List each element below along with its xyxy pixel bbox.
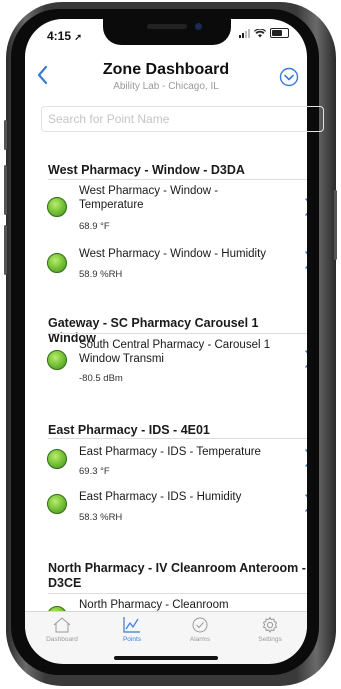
- tab-label: Dashboard: [46, 636, 78, 643]
- status-icons: [239, 28, 289, 38]
- point-value: 68.9 °F: [79, 221, 110, 232]
- tab-points[interactable]: Points: [102, 616, 162, 643]
- chevron-right-icon[interactable]: [302, 447, 307, 469]
- tab-label: Alarms: [189, 636, 211, 643]
- home-icon: [53, 617, 71, 633]
- tab-alarms[interactable]: Alarms: [170, 616, 230, 643]
- section-title: East Pharmacy - IDS - 4E01: [48, 423, 210, 437]
- home-indicator[interactable]: [114, 656, 218, 660]
- status-ok-icon: [47, 197, 67, 217]
- gear-icon: [262, 616, 278, 634]
- signal-icon: [239, 28, 250, 38]
- volume-up-button: [4, 165, 7, 215]
- notch: [103, 19, 231, 45]
- status-time-text: 4:15: [47, 29, 72, 43]
- speaker: [147, 24, 187, 29]
- page-subtitle: Ability Lab - Chicago, IL: [113, 81, 219, 92]
- section-divider: [48, 593, 307, 594]
- status-ok-icon: [47, 350, 67, 370]
- status-ok-icon: [47, 253, 67, 273]
- location-arrow-icon: ➚: [74, 32, 82, 42]
- point-name: West Pharmacy - Window - Temperature: [79, 185, 219, 211]
- point-name: West Pharmacy - Window - Humidity: [79, 248, 267, 260]
- volume-down-button: [4, 225, 7, 275]
- chevron-right-icon[interactable]: [302, 249, 307, 271]
- dropdown-menu-icon[interactable]: [279, 67, 299, 87]
- tab-label: Settings: [258, 636, 282, 643]
- mute-switch: [4, 120, 7, 150]
- point-value: 58.3 %RH: [79, 512, 123, 523]
- point-value: 69.3 °F: [79, 466, 110, 477]
- alarm-check-icon: [192, 617, 208, 633]
- point-value: 58.9 %RH: [79, 269, 123, 280]
- section-divider: [48, 438, 307, 439]
- chevron-right-icon[interactable]: [302, 492, 307, 514]
- status-time: 4:15 ➚: [47, 29, 82, 43]
- section-divider: [48, 333, 307, 334]
- header: Zone Dashboard Ability Lab - Chicago, IL: [25, 59, 307, 99]
- section-title: North Pharmacy - IV Cleanroom Anteroom -…: [48, 561, 306, 590]
- battery-icon: [270, 28, 289, 38]
- tab-label: Points: [122, 636, 142, 643]
- power-button: [334, 190, 337, 260]
- status-ok-icon: [47, 449, 67, 469]
- point-name: East Pharmacy - IDS - Humidity: [79, 491, 242, 503]
- page-title: Zone Dashboard: [102, 61, 230, 78]
- chart-icon: [123, 617, 140, 633]
- wifi-icon: [254, 28, 266, 37]
- point-name: East Pharmacy - IDS - Temperature: [79, 446, 261, 458]
- point-name: North Pharmacy - Cleanroom: [79, 599, 229, 611]
- chevron-right-icon[interactable]: [302, 348, 307, 370]
- point-name: South Central Pharmacy - Carousel 1 Wind…: [79, 339, 271, 365]
- points-list[interactable]: West Pharmacy - Window - D3DA West Pharm…: [25, 129, 307, 611]
- section-divider: [48, 179, 307, 180]
- camera: [195, 23, 202, 30]
- section-title: West Pharmacy - Window - D3DA: [48, 163, 245, 177]
- status-ok-icon: [47, 494, 67, 514]
- chevron-right-icon[interactable]: [302, 196, 307, 218]
- tab-settings[interactable]: Settings: [240, 616, 300, 643]
- tab-dashboard[interactable]: Dashboard: [32, 616, 92, 643]
- point-value: -80.5 dBm: [79, 373, 123, 384]
- search-input[interactable]: [42, 107, 323, 131]
